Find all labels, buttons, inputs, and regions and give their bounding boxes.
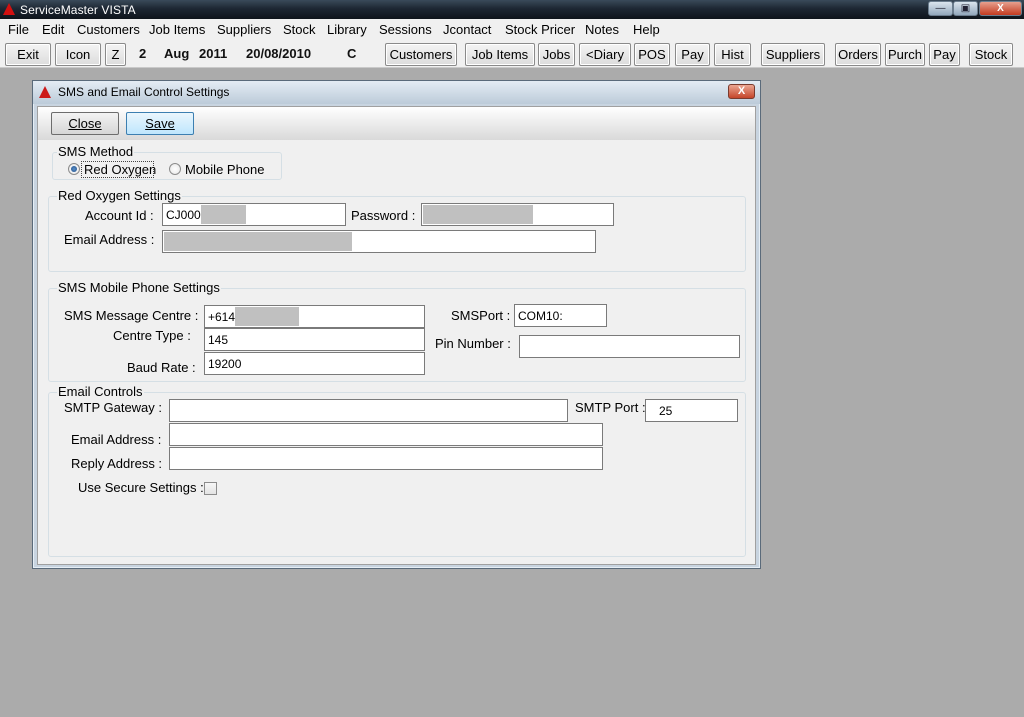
menu-sessions[interactable]: Sessions [379, 22, 432, 37]
pay-button[interactable]: Pay [675, 43, 710, 66]
pos-button[interactable]: POS [634, 43, 670, 66]
use-secure-settings-checkbox[interactable] [204, 482, 217, 495]
reply-address-input[interactable] [169, 447, 603, 470]
pay-supplier-button[interactable]: Pay [929, 43, 960, 66]
password-input[interactable] [421, 203, 614, 226]
email-address-label: Email Address : [71, 432, 162, 447]
jobs-button[interactable]: Jobs [538, 43, 575, 66]
smtp-port-label: SMTP Port : [575, 400, 646, 415]
menu-suppliers[interactable]: Suppliers [217, 22, 271, 37]
menu-customers[interactable]: Customers [77, 22, 140, 37]
redacted-mask [164, 232, 352, 251]
customers-button[interactable]: Customers [385, 43, 457, 66]
current-date: 20/08/2010 [246, 46, 312, 61]
password-label: Password : [351, 208, 416, 223]
redacted-mask [423, 205, 533, 224]
menu-stock[interactable]: Stock [283, 22, 316, 37]
account-id-value: CJ000 [166, 208, 201, 222]
icon-button[interactable]: Icon [55, 43, 101, 66]
stock-button[interactable]: Stock [969, 43, 1013, 66]
message-centre-label: SMS Message Centre : [64, 308, 199, 323]
diary-button[interactable]: <Diary [579, 43, 631, 66]
app-title: ServiceMaster VISTA [20, 3, 136, 17]
redacted-mask [200, 205, 246, 224]
pin-number-label: Pin Number : [435, 336, 511, 351]
close-button[interactable]: Close [51, 112, 119, 135]
maximize-button[interactable]: ▣ [953, 1, 978, 16]
year-label: 2011 [199, 46, 228, 61]
account-id-input[interactable]: CJ000 [162, 203, 346, 226]
sms-method-label: SMS Method [57, 144, 135, 159]
warning-triangle-icon [39, 86, 51, 98]
main-toolbar: Exit Icon Z 2 Aug 2011 20/08/2010 C Cust… [0, 40, 1024, 68]
exit-button[interactable]: Exit [5, 43, 51, 66]
mobile-phone-radio[interactable] [169, 163, 181, 175]
sms-mobile-settings-label: SMS Mobile Phone Settings [57, 280, 221, 295]
smtp-gateway-input[interactable] [169, 399, 568, 422]
menu-notes[interactable]: Notes [585, 22, 619, 37]
red-oxygen-radio-label[interactable]: Red Oxygen [84, 162, 156, 177]
dialog-body: Close Save SMS Method Red Oxygen Mobile … [37, 106, 756, 565]
menu-stock-pricer[interactable]: Stock Pricer [505, 22, 575, 37]
menu-library[interactable]: Library [327, 22, 367, 37]
menu-bar: File Edit Customers Job Items Suppliers … [0, 19, 1024, 40]
baud-rate-input[interactable]: 19200 [204, 352, 425, 375]
dialog-toolstrip: Close Save [38, 107, 755, 140]
sms-port-label: SMSPort : [451, 308, 511, 323]
job-items-button[interactable]: Job Items [465, 43, 535, 66]
save-button[interactable]: Save [126, 112, 194, 135]
baud-rate-label: Baud Rate : [127, 360, 196, 375]
dialog-titlebar: SMS and Email Control Settings X [33, 81, 760, 104]
centre-type-label: Centre Type : [113, 328, 191, 343]
orders-button[interactable]: Orders [835, 43, 881, 66]
close-window-button[interactable]: X [979, 1, 1022, 16]
code-label: C [347, 46, 357, 61]
day-number: 2 [139, 46, 147, 61]
email-address-input[interactable] [169, 423, 603, 446]
message-centre-value: +614 [208, 310, 236, 324]
minimize-button[interactable]: — [928, 1, 953, 16]
red-oxygen-settings-label: Red Oxygen Settings [57, 188, 182, 203]
dialog-close-x-button[interactable]: X [728, 84, 755, 99]
use-secure-settings-label: Use Secure Settings : [78, 480, 204, 495]
account-id-label: Account Id : [85, 208, 154, 223]
email-controls-label: Email Controls [57, 384, 144, 399]
centre-type-input[interactable]: 145 [204, 328, 425, 351]
suppliers-button[interactable]: Suppliers [761, 43, 825, 66]
sms-email-settings-dialog: SMS and Email Control Settings X Close S… [32, 80, 761, 569]
app-titlebar: ServiceMaster VISTA — ▣ X [0, 0, 1024, 19]
app-logo-icon [3, 3, 15, 15]
dialog-title: SMS and Email Control Settings [58, 85, 230, 99]
z-button[interactable]: Z [105, 43, 126, 66]
message-centre-input[interactable]: +614 [204, 305, 425, 328]
month-label: Aug [164, 46, 190, 61]
smtp-gateway-label: SMTP Gateway : [64, 400, 163, 415]
sms-port-input[interactable]: COM10: [514, 304, 607, 327]
menu-file[interactable]: File [8, 22, 29, 37]
menu-job-items[interactable]: Job Items [149, 22, 205, 37]
mobile-phone-radio-label[interactable]: Mobile Phone [185, 162, 265, 177]
redacted-mask [235, 307, 300, 326]
smtp-port-input[interactable]: 25 [645, 399, 738, 422]
reply-address-label: Reply Address : [71, 456, 163, 471]
red-oxygen-email-input[interactable] [162, 230, 596, 253]
menu-jcontact[interactable]: Jcontact [443, 22, 491, 37]
menu-help[interactable]: Help [633, 22, 660, 37]
pin-number-input[interactable] [519, 335, 740, 358]
menu-edit[interactable]: Edit [42, 22, 64, 37]
red-oxygen-radio[interactable] [68, 163, 80, 175]
red-oxygen-email-label: Email Address : [64, 232, 155, 247]
purch-button[interactable]: Purch [885, 43, 925, 66]
hist-button[interactable]: Hist [714, 43, 751, 66]
